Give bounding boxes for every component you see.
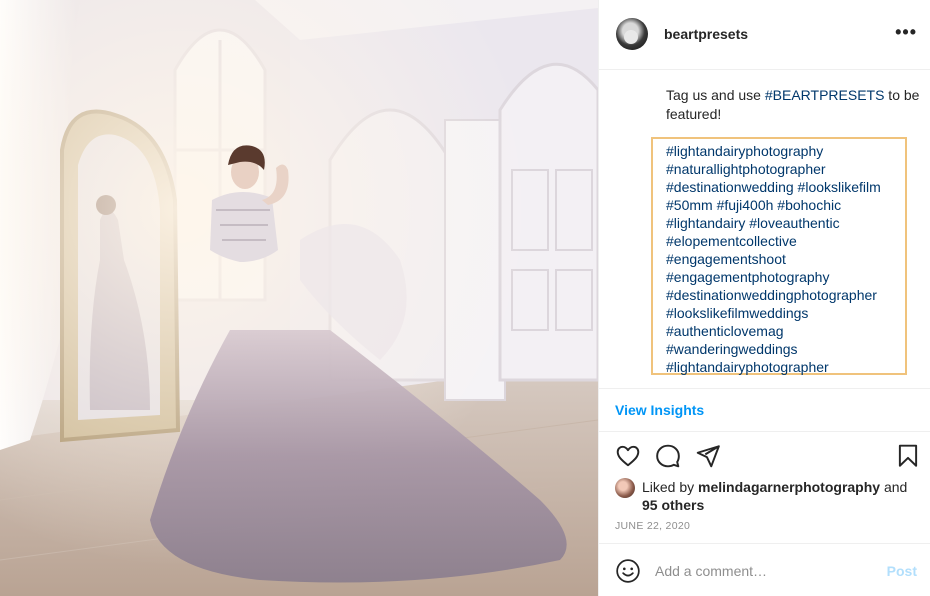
caption-text: Tag us and use #BEARTPRESETS to be featu…: [666, 86, 922, 124]
likes-summary: Liked by melindagarnerphotography and 95…: [615, 478, 921, 514]
post-photo[interactable]: [0, 0, 598, 596]
comment-bar: Post: [599, 544, 930, 596]
divider: [599, 388, 930, 389]
likes-prefix: Liked by: [642, 479, 699, 495]
likes-joiner: and: [880, 479, 908, 495]
avatar[interactable]: [616, 18, 648, 50]
hashtag-line[interactable]: #naturallightphotographer: [666, 160, 905, 178]
hashtag-list: #lightandairyphotography #naturallightph…: [651, 137, 907, 375]
post-date[interactable]: JUNE 22, 2020: [615, 520, 690, 532]
post-side-panel: beartpresets ••• Tag us and use #BEARTPR…: [598, 0, 930, 596]
hashtag-line[interactable]: #engagementshoot: [666, 250, 905, 268]
action-bar: [599, 443, 930, 471]
view-insights-link[interactable]: View Insights: [615, 402, 704, 418]
more-options-icon[interactable]: •••: [895, 22, 917, 43]
hashtag-line[interactable]: #50mm #fuji400h #bohochic: [666, 196, 905, 214]
heart-icon[interactable]: [615, 443, 641, 469]
hashtag-line[interactable]: #elopementcollective: [666, 232, 905, 250]
bookmark-icon[interactable]: [895, 443, 921, 469]
username-link[interactable]: beartpresets: [664, 26, 748, 42]
liker-avatar[interactable]: [615, 478, 635, 498]
hashtag-line[interactable]: #lightandairyphotography: [666, 142, 905, 160]
likes-others-link[interactable]: 95 others: [642, 497, 704, 513]
likes-line: Liked by melindagarnerphotography and: [615, 478, 921, 496]
comment-input[interactable]: [655, 560, 875, 582]
smiley-icon[interactable]: [615, 558, 641, 584]
liker-username-link[interactable]: melindagarnerphotography: [698, 479, 880, 495]
hashtag-line[interactable]: #wanderingweddings: [666, 340, 905, 358]
comment-icon[interactable]: [655, 443, 681, 469]
hashtag-line[interactable]: #authenticlovemag: [666, 322, 905, 340]
photo-illustration: [0, 0, 598, 596]
hashtag-line[interactable]: #lightandairyphotographer: [666, 358, 905, 376]
caption-text-before: Tag us and use: [666, 87, 765, 103]
post-header: beartpresets •••: [599, 0, 930, 70]
caption-hashtag-link[interactable]: #BEARTPRESETS: [765, 87, 885, 103]
divider: [599, 431, 930, 432]
hashtag-line[interactable]: #engagementphotography: [666, 268, 905, 286]
send-icon[interactable]: [695, 443, 721, 469]
hashtag-line[interactable]: #destinationweddingphotographer: [666, 286, 905, 304]
hashtag-line[interactable]: #lookslikefilmweddings: [666, 304, 905, 322]
hashtag-line[interactable]: #lightandairy #loveauthentic: [666, 214, 905, 232]
post-comment-button[interactable]: Post: [887, 563, 917, 579]
hashtag-line[interactable]: #destinationwedding #lookslikefilm: [666, 178, 905, 196]
